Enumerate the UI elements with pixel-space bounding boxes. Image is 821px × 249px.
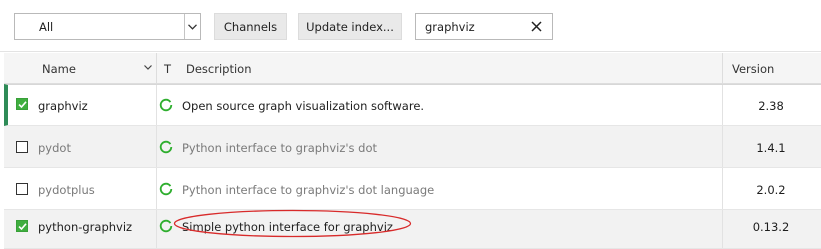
environment-filter-select[interactable]: All — [14, 13, 201, 40]
packages-table: Name T Description Version graphviz Open… — [4, 53, 821, 249]
table-row[interactable]: pydotplus Python interface to graphviz's… — [4, 168, 821, 210]
column-divider — [156, 210, 157, 248]
highlight-ellipse — [173, 209, 412, 238]
package-description: Python interface to graphviz's dot — [182, 141, 378, 155]
column-header-description[interactable]: Description — [186, 62, 252, 76]
checkbox-empty-icon[interactable] — [16, 141, 28, 153]
channels-button[interactable]: Channels — [214, 13, 287, 40]
package-name: pydotplus — [38, 183, 95, 197]
status-ring-icon — [159, 98, 173, 112]
package-description: Open source graph visualization software… — [182, 99, 425, 113]
column-divider — [156, 85, 157, 125]
column-divider — [156, 168, 157, 209]
column-header-version[interactable]: Version — [732, 62, 774, 76]
status-ring-icon — [159, 140, 173, 154]
close-icon[interactable] — [531, 21, 542, 32]
column-header-type[interactable]: T — [164, 62, 171, 76]
package-description: Python interface to graphviz's dot langu… — [182, 183, 435, 197]
package-name: pydot — [38, 141, 71, 155]
checkbox-checked-icon[interactable] — [16, 98, 28, 110]
toolbar: All Channels Update index... graphviz — [0, 0, 821, 52]
status-ring-icon — [159, 219, 173, 233]
table-row[interactable]: pydot Python interface to graphviz's dot… — [4, 126, 821, 168]
table-row[interactable]: python-graphviz Simple python interface … — [4, 210, 821, 249]
package-version: 0.13.2 — [752, 220, 790, 234]
column-divider — [156, 53, 157, 84]
column-divider — [722, 53, 723, 84]
update-index-button[interactable]: Update index... — [298, 13, 402, 40]
column-divider — [156, 126, 157, 167]
package-name: graphviz — [38, 99, 88, 113]
package-version: 2.0.2 — [756, 183, 786, 197]
checkbox-empty-icon[interactable] — [16, 183, 28, 195]
checkbox-checked-icon[interactable] — [16, 220, 28, 232]
sort-chevron-icon[interactable] — [144, 65, 152, 70]
package-version: 2.38 — [758, 99, 784, 113]
status-ring-icon — [159, 182, 173, 196]
filter-select-value: All — [39, 20, 54, 34]
table-row[interactable]: graphviz Open source graph visualization… — [4, 84, 821, 126]
search-input-value: graphviz — [425, 20, 475, 34]
package-version: 1.4.1 — [756, 141, 786, 155]
package-name: python-graphviz — [38, 220, 133, 234]
chevron-down-icon[interactable] — [184, 14, 200, 39]
search-input[interactable]: graphviz — [415, 13, 553, 40]
column-header-name[interactable]: Name — [42, 62, 76, 76]
table-header: Name T Description Version — [4, 53, 821, 84]
